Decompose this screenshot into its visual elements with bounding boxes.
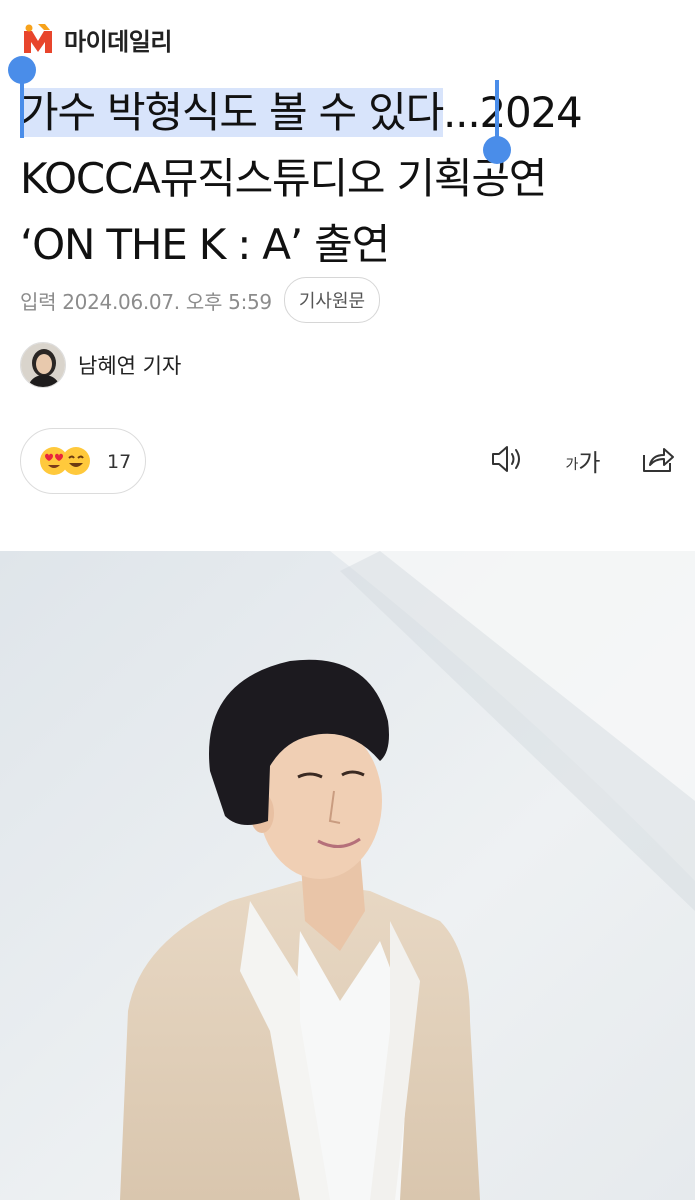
title-line3: ‘ON THE K : A’ 출연 — [20, 220, 390, 269]
published-date: 입력 2024.06.07. 오후 5:59 — [20, 289, 272, 314]
selection-end-handle[interactable] — [483, 136, 511, 164]
share-button[interactable] — [638, 440, 678, 482]
original-article-button[interactable]: 기사원문 — [283, 277, 381, 323]
title-line2: KOCCA뮤직스튜디오 기획공연 — [20, 154, 547, 203]
selected-text[interactable]: 가수 박형식도 볼 수 있다 — [20, 88, 444, 137]
publisher-name: 마이데일리 — [64, 27, 172, 56]
reaction-count: 17 — [107, 451, 132, 473]
author-info[interactable]: 남혜연 기자 — [20, 342, 181, 388]
speaker-icon — [489, 443, 525, 479]
selection-end-bar — [495, 80, 499, 140]
title-line1-rest: ...2024 — [443, 88, 583, 137]
font-size-button[interactable]: 가 가 — [558, 440, 608, 482]
selection-start-bar — [20, 78, 24, 138]
font-size-small-label: 가 — [565, 457, 579, 473]
reaction-button[interactable]: 17 — [20, 428, 146, 494]
article-title[interactable]: 가수 박형식도 볼 수 있다...2024 KOCCA뮤직스튜디오 기획공연 ‘… — [20, 80, 680, 278]
heart-eyes-emoji-icon — [39, 446, 69, 476]
tts-button[interactable] — [486, 440, 528, 482]
selection-start-handle[interactable] — [8, 56, 36, 84]
article-photo — [0, 551, 695, 1200]
publisher-header[interactable]: 마이데일리 — [20, 16, 172, 62]
share-icon — [640, 443, 676, 479]
mydaily-logo-icon — [20, 21, 56, 57]
article-meta: 입력 2024.06.07. 오후 5:59 기사원문 — [20, 277, 381, 323]
font-size-large-label: 가 — [578, 449, 601, 477]
author-avatar — [20, 342, 66, 388]
author-name: 남혜연 기자 — [78, 354, 182, 378]
